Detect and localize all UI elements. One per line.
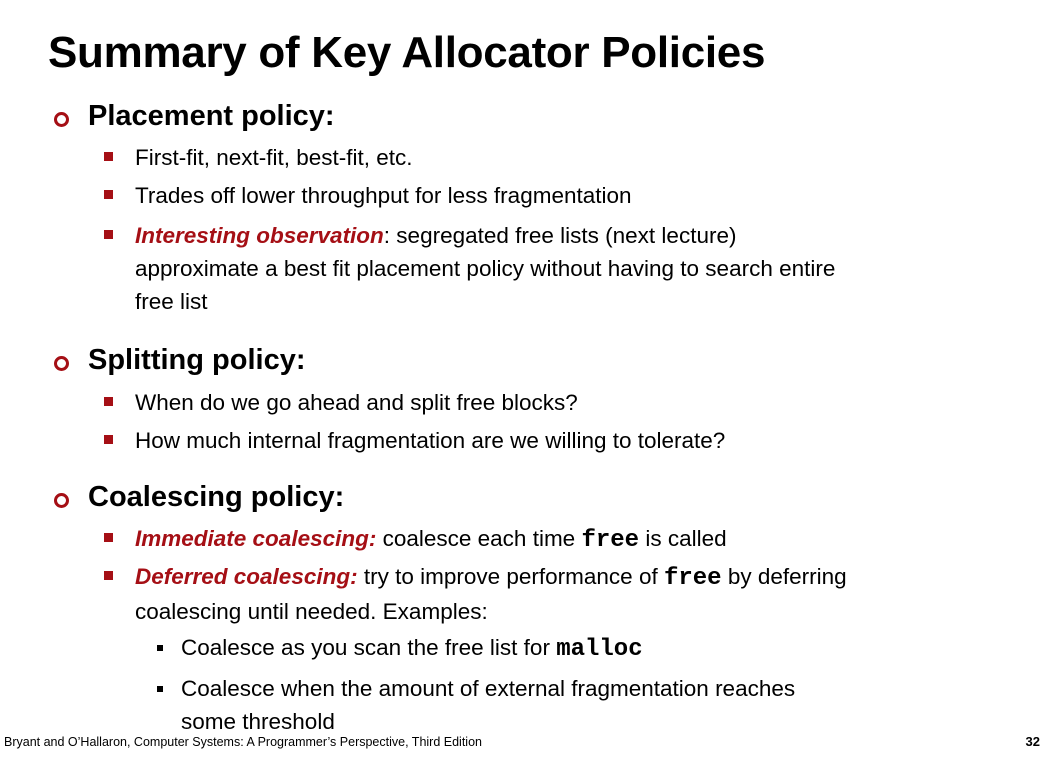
observation-line-1: : segregated free lists (next lecture) bbox=[383, 223, 737, 248]
observation-line-3: free list bbox=[135, 289, 208, 314]
immediate-code: free bbox=[581, 527, 640, 554]
deferred-line-2: coalescing until needed. Examples: bbox=[135, 599, 488, 624]
immediate-text-after: is called bbox=[639, 526, 727, 551]
dot-bullet-icon bbox=[157, 686, 163, 692]
placement-observation: Interesting observation: segregated free… bbox=[135, 219, 1015, 318]
splitting-item-2: How much internal fragmentation are we w… bbox=[135, 428, 726, 453]
square-bullet-icon bbox=[104, 230, 113, 239]
placement-item-1: First-fit, next-fit, best-fit, etc. bbox=[135, 145, 413, 170]
example-1-text: Coalesce as you scan the free list for bbox=[181, 635, 557, 660]
square-bullet-icon bbox=[104, 152, 113, 161]
circle-bullet-icon bbox=[54, 493, 69, 508]
dot-bullet-icon bbox=[157, 645, 163, 651]
example-item-2: Coalesce when the amount of external fra… bbox=[181, 672, 941, 738]
deferred-label: Deferred coalescing: bbox=[135, 564, 358, 589]
circle-bullet-icon bbox=[54, 356, 69, 371]
slide-title: Summary of Key Allocator Policies bbox=[48, 28, 766, 77]
square-bullet-icon bbox=[104, 571, 113, 580]
example-2-line-2: some threshold bbox=[181, 709, 335, 734]
example-2-line-1: Coalesce when the amount of external fra… bbox=[181, 676, 796, 701]
example-item-1: Coalesce as you scan the free list for m… bbox=[181, 631, 941, 666]
square-bullet-icon bbox=[104, 533, 113, 542]
observation-line-2: approximate a best fit placement policy … bbox=[135, 256, 836, 281]
placement-heading: Placement policy: bbox=[88, 100, 335, 132]
coalescing-heading: Coalescing policy: bbox=[88, 481, 345, 513]
deferred-coalescing-item: Deferred coalescing: try to improve perf… bbox=[135, 560, 1015, 628]
page-number: 32 bbox=[1025, 734, 1040, 749]
splitting-item-1: When do we go ahead and split free block… bbox=[135, 390, 578, 415]
square-bullet-icon bbox=[104, 435, 113, 444]
placement-item-2: Trades off lower throughput for less fra… bbox=[135, 183, 632, 208]
splitting-heading: Splitting policy: bbox=[88, 344, 306, 376]
immediate-label: Immediate coalescing: bbox=[135, 526, 377, 551]
immediate-coalescing-item: Immediate coalescing: coalesce each time… bbox=[135, 522, 1015, 557]
deferred-text-before: try to improve performance of bbox=[357, 564, 664, 589]
deferred-code: free bbox=[663, 565, 722, 592]
square-bullet-icon bbox=[104, 190, 113, 199]
deferred-text-after: by deferring bbox=[721, 564, 847, 589]
slide: Summary of Key Allocator Policies Placem… bbox=[0, 0, 1052, 762]
square-bullet-icon bbox=[104, 397, 113, 406]
circle-bullet-icon bbox=[54, 112, 69, 127]
immediate-text-before: coalesce each time bbox=[376, 526, 582, 551]
footer-citation: Bryant and O’Hallaron, Computer Systems:… bbox=[4, 735, 482, 749]
observation-label: Interesting observation bbox=[135, 223, 384, 248]
example-1-code: malloc bbox=[556, 636, 643, 663]
